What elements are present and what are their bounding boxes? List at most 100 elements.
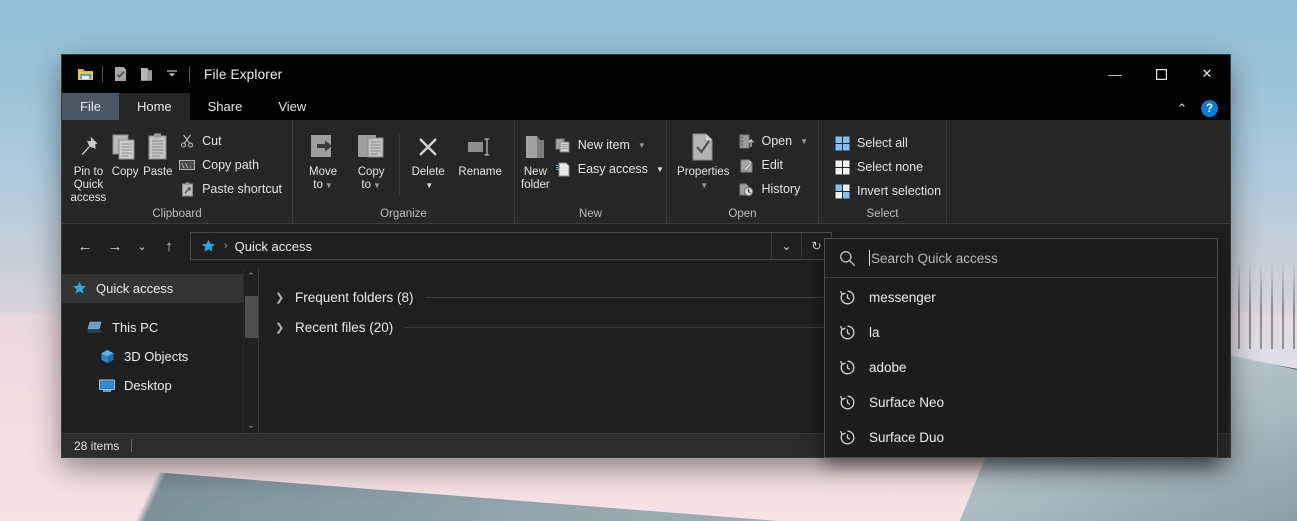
easy-access-button[interactable]: Easy access ▼ xyxy=(550,158,668,180)
paste-shortcut-label: Paste shortcut xyxy=(202,182,282,196)
sidebar-item-desktop[interactable]: Desktop xyxy=(62,371,258,400)
list-item[interactable]: la xyxy=(825,315,1217,350)
new-item-label: New item xyxy=(578,138,630,152)
list-item[interactable]: Surface Duo xyxy=(825,420,1217,455)
copy-to-button[interactable]: Copy to▼ xyxy=(347,126,395,192)
group-header-label: Recent files (20) xyxy=(295,320,393,335)
scrollbar-track[interactable] xyxy=(244,284,258,417)
back-button[interactable]: ← xyxy=(70,231,100,261)
edit-button[interactable]: Edit xyxy=(733,154,812,176)
new-item-icon xyxy=(554,136,572,154)
collapse-ribbon-button[interactable]: ⌃ xyxy=(1171,101,1193,117)
select-none-icon xyxy=(833,158,851,176)
suggestion-label: messenger xyxy=(869,290,936,305)
breadcrumb[interactable]: Quick access xyxy=(235,239,312,254)
qat-separator xyxy=(102,66,103,82)
sidebar-item-quick-access[interactable]: Quick access xyxy=(62,274,258,303)
list-item[interactable]: messenger xyxy=(825,280,1217,315)
invert-selection-button[interactable]: Invert selection xyxy=(829,180,945,202)
minimize-button[interactable]: — xyxy=(1092,55,1138,93)
copy-button[interactable]: Copy xyxy=(109,126,142,179)
ribbon-group-open: Properties ▼ Open ▼ xyxy=(667,120,819,223)
chevron-down-icon[interactable] xyxy=(159,61,185,87)
open-button[interactable]: Open ▼ xyxy=(733,130,812,152)
paste-button[interactable]: Paste xyxy=(141,126,174,179)
search-box[interactable]: Search Quick access xyxy=(825,239,1217,278)
new-folder-button[interactable]: New folder xyxy=(521,126,550,192)
ribbon-tab-bar: File Home Share View ⌃ ? xyxy=(62,93,1230,120)
new-folder-icon[interactable] xyxy=(133,61,159,87)
sidebar-item-3d-objects[interactable]: 3D Objects xyxy=(62,342,258,371)
search-input[interactable]: Search Quick access xyxy=(871,251,998,266)
copy-path-icon: \\... xyxy=(178,156,196,174)
up-button[interactable]: ↑ xyxy=(154,231,184,261)
search-suggestions-flyout: Search Quick access messenger la xyxy=(824,238,1218,458)
tab-share[interactable]: Share xyxy=(190,93,261,120)
copy-path-button[interactable]: \\... Copy path xyxy=(174,154,286,176)
ribbon-group-clipboard: Pin to Quick access Copy xyxy=(62,120,293,223)
list-item[interactable]: Surface Neo xyxy=(825,385,1217,420)
paste-shortcut-button[interactable]: Paste shortcut xyxy=(174,178,286,200)
chevron-down-icon[interactable]: ▼ xyxy=(800,137,808,146)
move-to-text: Move to xyxy=(309,166,337,191)
scroll-down-button[interactable]: ⌄ xyxy=(247,417,255,433)
history-clock-icon xyxy=(825,289,869,306)
search-suggestion-list: messenger la adobe xyxy=(825,278,1217,457)
window-controls: — ✕ xyxy=(1092,55,1230,93)
pin-icon xyxy=(76,130,100,164)
close-button[interactable]: ✕ xyxy=(1184,55,1230,93)
address-dropdown-button[interactable]: ⌄ xyxy=(771,233,801,259)
select-none-button[interactable]: Select none xyxy=(829,156,945,178)
folder-icon[interactable] xyxy=(72,61,98,87)
copy-icon xyxy=(111,130,139,164)
rename-label: Rename xyxy=(458,166,501,179)
status-separator xyxy=(131,439,132,452)
rename-button[interactable]: Rename xyxy=(452,126,508,179)
history-clock-icon xyxy=(825,359,869,376)
new-group-label: New xyxy=(515,205,666,223)
tab-home[interactable]: Home xyxy=(119,93,190,120)
move-to-button[interactable]: Move to▼ xyxy=(299,126,347,192)
properties-button[interactable]: Properties ▼ xyxy=(673,126,733,192)
ribbon-group-select: Select all Select none xyxy=(819,120,947,223)
maximize-button[interactable] xyxy=(1138,55,1184,93)
move-to-label: Move to▼ xyxy=(299,166,347,192)
open-group-label: Open xyxy=(667,205,818,223)
scrollbar-thumb[interactable] xyxy=(245,296,258,338)
select-all-button[interactable]: Select all xyxy=(829,132,945,154)
edit-icon xyxy=(737,156,755,174)
properties-label: Properties xyxy=(677,166,729,179)
organize-group-label: Organize xyxy=(293,205,514,223)
chevron-right-icon[interactable]: ❯ xyxy=(275,291,287,304)
tab-file[interactable]: File xyxy=(62,93,119,120)
chevron-down-icon[interactable]: ▼ xyxy=(373,181,381,190)
invert-selection-icon xyxy=(833,182,851,200)
chevron-down-icon[interactable]: ▼ xyxy=(656,165,664,174)
address-bar[interactable]: › Quick access ⌄ ↻ xyxy=(190,232,832,260)
scroll-up-button[interactable]: ⌃ xyxy=(247,268,255,284)
recent-locations-button[interactable]: ⌄ xyxy=(130,231,154,261)
delete-button[interactable]: Delete ▼ xyxy=(404,126,452,192)
chevron-down-icon[interactable]: ▼ xyxy=(425,179,433,192)
chevron-right-icon[interactable]: ❯ xyxy=(275,321,287,334)
cut-button[interactable]: Cut xyxy=(174,130,286,152)
forward-button[interactable]: → xyxy=(100,231,130,261)
tab-view[interactable]: View xyxy=(260,93,324,120)
new-item-button[interactable]: New item ▼ xyxy=(550,134,668,156)
select-small-commands: Select all Select none xyxy=(825,128,945,202)
properties-icon[interactable] xyxy=(107,61,133,87)
pin-to-quick-access-button[interactable]: Pin to Quick access xyxy=(68,126,109,205)
new-small-commands: New item ▼ Easy access ▼ xyxy=(550,126,668,180)
pin-to-quick-access-label: Pin to Quick access xyxy=(68,166,109,205)
copy-label: Copy xyxy=(112,166,139,179)
help-button[interactable]: ? xyxy=(1201,100,1218,117)
chevron-down-icon[interactable]: ▼ xyxy=(325,181,333,190)
chevron-down-icon[interactable]: ▼ xyxy=(638,141,646,150)
address-bar-controls: ⌄ ↻ xyxy=(771,233,831,259)
chevron-down-icon[interactable]: ▼ xyxy=(700,179,708,192)
navigation-pane-scrollbar[interactable]: ⌃ ⌄ xyxy=(243,268,258,433)
sidebar-item-this-pc[interactable]: This PC xyxy=(62,313,258,342)
paste-shortcut-icon xyxy=(178,180,196,198)
list-item[interactable]: adobe xyxy=(825,350,1217,385)
history-button[interactable]: History xyxy=(733,178,812,200)
